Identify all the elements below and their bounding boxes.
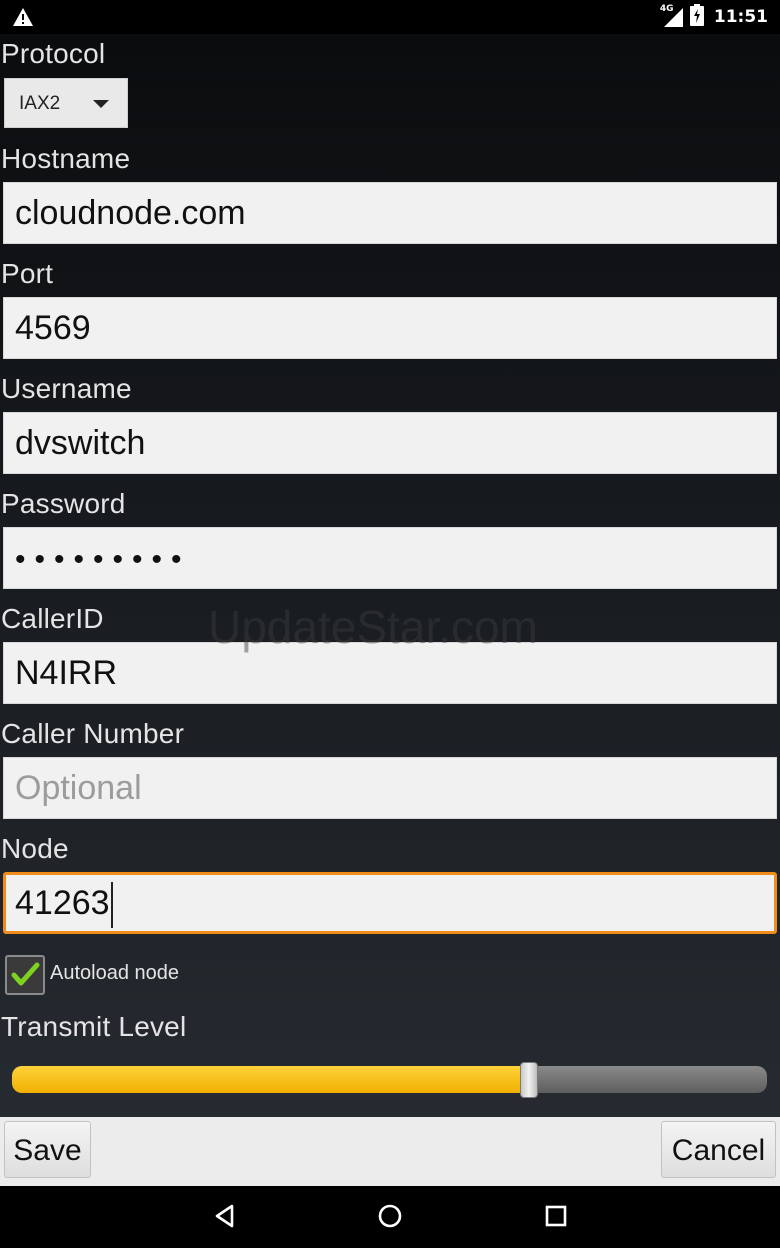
transmit-level-slider[interactable]	[12, 1066, 767, 1093]
username-label: Username	[1, 373, 132, 404]
protocol-label: Protocol	[1, 38, 106, 69]
password-label: Password	[1, 488, 126, 519]
transmit-level-label: Transmit Level	[1, 1011, 187, 1042]
port-input[interactable]: 4569	[3, 297, 777, 359]
checkmark-icon	[11, 962, 40, 986]
hostname-input[interactable]: cloudnode.com	[3, 182, 777, 244]
cell-signal-icon: 4G	[660, 4, 684, 28]
password-masked-value: •••••••••	[15, 543, 191, 576]
protocol-dropdown[interactable]: IAX2	[4, 78, 128, 128]
navigation-bar	[0, 1186, 780, 1248]
slider-fill	[12, 1066, 530, 1093]
hostname-label: Hostname	[1, 143, 131, 174]
protocol-selected-value: IAX2	[19, 93, 61, 114]
callerid-label: CallerID	[1, 603, 104, 634]
node-input[interactable]: 41263	[3, 872, 777, 934]
status-bar: 4G 11:51	[0, 0, 780, 34]
username-input[interactable]: dvswitch	[3, 412, 777, 474]
back-icon[interactable]	[212, 1203, 238, 1233]
caller-number-input[interactable]: Optional	[3, 757, 777, 819]
autoload-label: Autoload node	[50, 962, 180, 984]
home-icon[interactable]	[377, 1203, 403, 1233]
caller-number-label: Caller Number	[1, 718, 185, 749]
dropdown-arrow-icon	[93, 100, 109, 108]
cancel-button[interactable]: Cancel	[661, 1121, 776, 1178]
password-input[interactable]: •••••••••	[3, 527, 777, 589]
save-button[interactable]: Save	[4, 1121, 91, 1178]
recents-icon[interactable]	[543, 1203, 569, 1233]
text-caret	[110, 882, 113, 929]
clock: 11:51	[713, 7, 768, 27]
node-input-value: 41263	[15, 884, 110, 922]
node-label: Node	[1, 833, 69, 864]
port-label: Port	[1, 258, 54, 289]
callerid-input[interactable]: N4IRR	[3, 642, 777, 704]
warning-icon	[12, 7, 34, 31]
autoload-checkbox[interactable]	[5, 955, 45, 995]
slider-thumb[interactable]	[520, 1062, 539, 1098]
battery-charging-icon	[689, 4, 704, 30]
